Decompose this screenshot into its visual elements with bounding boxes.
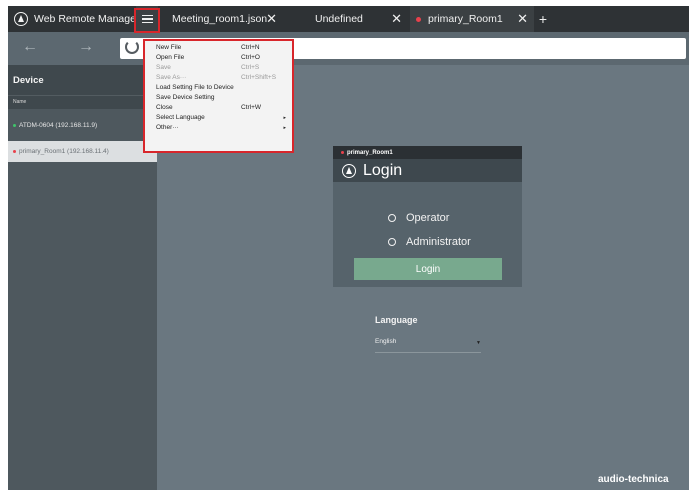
tab-label: primary_Room1 [428, 13, 503, 25]
menu-shortcut: Ctrl+W [241, 104, 262, 111]
audio-technica-logo-icon [14, 12, 28, 26]
language-select[interactable]: English ▼ [375, 338, 481, 353]
tab-primary-room1[interactable]: primary_Room1 ✕ [410, 6, 534, 32]
close-icon[interactable]: ✕ [266, 11, 277, 26]
audio-technica-logo-icon [342, 163, 356, 178]
menu-item[interactable]: New File Ctrl+N [145, 43, 292, 53]
dropdown-caret-icon: ▼ [476, 340, 481, 346]
menu-item-label: Save As··· [156, 74, 187, 81]
device-row-selected[interactable]: primary_Room1 (192.168.11.4) [8, 141, 157, 162]
tab-label: Meeting_room1.json [172, 13, 268, 25]
menu-item-label: Other··· [156, 124, 179, 131]
device-sidebar: Device Name ATDM-0604 (192.168.11.9) pri… [8, 65, 157, 490]
menu-item[interactable]: Select Language ▸ [145, 113, 292, 123]
menu-item-label: New File [156, 44, 182, 51]
status-dot [13, 150, 16, 153]
device-row[interactable]: ATDM-0604 (192.168.11.9) [8, 115, 157, 135]
tab-undefined[interactable]: Undefined ✕ [286, 6, 408, 32]
menu-item[interactable]: Save Device Setting [145, 93, 292, 103]
menu-shortcut: Ctrl+S [241, 64, 260, 71]
tab-meeting-room1-json[interactable]: Meeting_room1.json ✕ [160, 6, 283, 32]
login-device-name: primary_Room1 [347, 149, 393, 156]
back-arrow-icon[interactable]: ← [22, 38, 38, 56]
menu-item[interactable]: Save Ctrl+S [145, 63, 292, 73]
language-value: English [375, 338, 397, 345]
menu-item[interactable]: Load Setting File to Device [145, 83, 292, 93]
close-icon[interactable]: ✕ [391, 11, 402, 26]
app-title-label: Web Remote Manager [34, 13, 140, 25]
menu-item-label: Close [156, 104, 173, 111]
app-window: Web Remote Manager Meeting_room1.json ✕ … [8, 6, 689, 490]
login-button[interactable]: Login [354, 258, 502, 280]
menu-item-label: Save [156, 64, 171, 71]
status-dot [13, 123, 16, 127]
language-label: Language [375, 315, 418, 325]
device-label: primary_Room1 (192.168.11.4) [19, 148, 109, 155]
tab-label: Undefined [315, 13, 363, 25]
submenu-arrow-icon: ▸ [283, 125, 286, 131]
operator-radio[interactable]: Operator [388, 212, 449, 224]
app-title: Web Remote Manager [8, 6, 142, 32]
menu-item-label: Open File [156, 54, 185, 61]
radio-icon[interactable] [388, 238, 396, 246]
forward-arrow-icon[interactable]: → [78, 38, 94, 56]
menu-item-label: Save Device Setting [156, 94, 215, 101]
menu-item-label: Load Setting File to Device [156, 84, 234, 91]
device-label: ATDM-0604 (192.168.11.9) [19, 121, 98, 129]
submenu-arrow-icon: ▸ [283, 115, 286, 121]
login-title-bar: Login [333, 159, 522, 182]
tab-bar: Web Remote Manager Meeting_room1.json ✕ … [8, 6, 689, 32]
administrator-label: Administrator [406, 236, 471, 248]
status-dot [341, 151, 344, 154]
brand-logo: audio-technica [598, 474, 669, 485]
menu-item[interactable]: Save As··· Ctrl+Shift+S [145, 73, 292, 83]
menu-item[interactable]: Close Ctrl+W [145, 103, 292, 113]
radio-icon[interactable] [388, 214, 396, 222]
menu-item[interactable]: Other··· ▸ [145, 123, 292, 133]
menu-shortcut: Ctrl+O [241, 54, 260, 61]
file-menu-dropdown: New File Ctrl+N Open File Ctrl+O Save Ctrl+S S… [143, 39, 294, 153]
menu-item[interactable]: Open File Ctrl+O [145, 53, 292, 63]
status-dot [416, 17, 421, 22]
login-title: Login [363, 161, 403, 179]
menu-shortcut: Ctrl+N [241, 44, 260, 51]
device-header: Device [8, 65, 157, 95]
name-column-header: Name [8, 95, 157, 109]
login-device-header: primary_Room1 [333, 146, 522, 159]
menu-item-label: Select Language [156, 114, 205, 121]
close-icon[interactable]: ✕ [517, 11, 528, 26]
menu-button-highlight [134, 8, 160, 33]
menu-items: New File Ctrl+N Open File Ctrl+O Save Ctrl+S S… [145, 43, 292, 133]
navigation-bar: ← → [8, 32, 689, 65]
menu-shortcut: Ctrl+Shift+S [241, 74, 277, 81]
administrator-radio[interactable]: Administrator [388, 236, 471, 248]
operator-label: Operator [406, 212, 450, 224]
reload-icon[interactable] [125, 40, 139, 54]
new-tab-button[interactable]: + [534, 6, 552, 32]
login-panel: primary_Room1 Login Operator Administrat… [333, 146, 522, 287]
